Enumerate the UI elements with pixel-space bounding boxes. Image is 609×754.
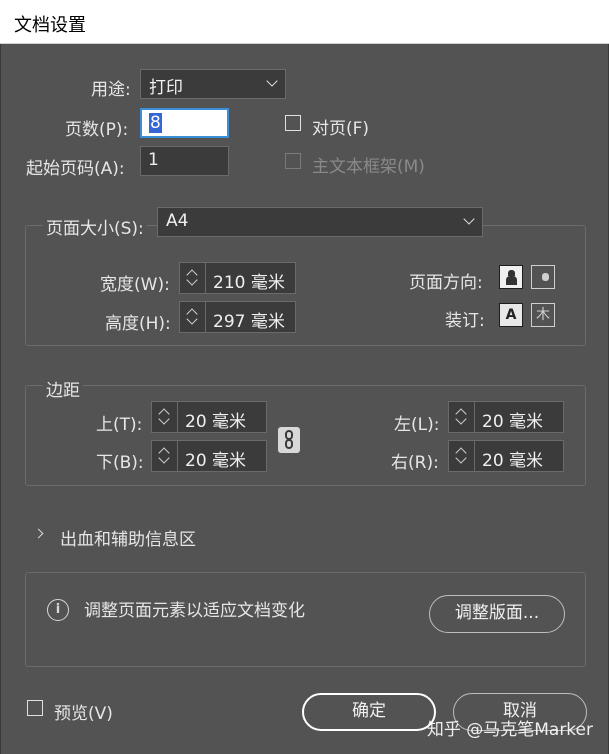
landscape-orientation-icon[interactable]	[531, 265, 555, 289]
top-margin-stepper[interactable]: 20 毫米	[151, 401, 267, 433]
chevron-down-icon	[266, 75, 278, 87]
binding-label: 装订:	[445, 311, 485, 331]
bottom-margin-stepper[interactable]: 20 毫米	[151, 440, 267, 472]
bleed-slug-label[interactable]: 出血和辅助信息区	[60, 525, 196, 550]
left-to-right-binding-icon[interactable]: A	[499, 303, 523, 327]
title-bar: 文档设置	[0, 0, 609, 44]
intent-label: 用途:	[91, 80, 131, 100]
height-value: 297 毫米	[213, 312, 285, 332]
pages-input[interactable]: 8	[140, 108, 229, 138]
adjust-layout-message: 调整页面元素以适应文档变化	[84, 601, 305, 621]
preview-label: 预览(V)	[54, 704, 113, 724]
left-margin-stepper[interactable]: 20 毫米	[448, 401, 564, 433]
stepper-arrows[interactable]	[152, 441, 178, 471]
width-label: 宽度(W):	[100, 275, 170, 295]
stepper-arrows[interactable]	[180, 263, 206, 293]
intent-value: 打印	[149, 78, 183, 98]
facing-pages-checkbox[interactable]	[285, 115, 301, 131]
right-margin-label: 右(R):	[391, 453, 439, 473]
right-margin-stepper[interactable]: 20 毫米	[448, 440, 564, 472]
bottom-margin-label: 下(B):	[96, 453, 144, 473]
width-value: 210 毫米	[213, 273, 285, 293]
stepper-arrows[interactable]	[180, 302, 206, 332]
primary-text-frame-label: 主文本框架(M)	[312, 157, 425, 177]
primary-text-frame-checkbox	[285, 153, 301, 169]
top-margin-label: 上(T):	[96, 415, 143, 435]
adjust-layout-button[interactable]: 调整版面...	[429, 595, 565, 633]
page-size-value: A4	[166, 211, 189, 231]
stepper-arrows[interactable]	[449, 441, 475, 471]
pages-value: 8	[149, 113, 162, 133]
facing-pages-label: 对页(F)	[312, 119, 370, 139]
width-stepper[interactable]: 210 毫米	[179, 262, 296, 294]
right-margin-value: 20 毫米	[482, 451, 544, 471]
stepper-arrows[interactable]	[449, 402, 475, 432]
stepper-arrows[interactable]	[152, 402, 178, 432]
start-page-value: 1	[148, 150, 159, 170]
page-size-label: 页面大小(S):	[43, 214, 147, 239]
height-stepper[interactable]: 297 毫米	[179, 301, 296, 333]
preview-checkbox[interactable]	[27, 700, 43, 716]
watermark: 知乎 @马克笔Marker	[426, 720, 593, 740]
chevron-down-icon	[463, 213, 475, 225]
start-page-label: 起始页码(A):	[26, 159, 125, 179]
link-margins-icon[interactable]	[278, 427, 300, 453]
bottom-margin-value: 20 毫米	[185, 451, 247, 471]
chevron-right-icon[interactable]	[33, 528, 44, 539]
intent-select[interactable]: 打印	[140, 69, 286, 99]
left-margin-label: 左(L):	[394, 415, 440, 435]
orientation-label: 页面方向:	[409, 273, 483, 293]
top-margin-value: 20 毫米	[185, 412, 247, 432]
info-icon: i	[47, 599, 69, 621]
right-to-left-binding-icon[interactable]: 木	[531, 303, 555, 327]
page-size-select[interactable]: A4	[157, 207, 483, 237]
height-label: 高度(H):	[105, 314, 171, 334]
window-title: 文档设置	[14, 15, 86, 36]
ok-button[interactable]: 确定	[302, 693, 436, 731]
document-setup-dialog: 用途: 打印 页数(P): 8 对页(F) 起始页码(A): 1 主文本框架(M…	[0, 44, 609, 754]
margins-legend: 边距	[43, 376, 83, 401]
left-margin-value: 20 毫米	[482, 412, 544, 432]
start-page-input[interactable]: 1	[140, 146, 229, 176]
pages-label: 页数(P):	[65, 120, 129, 140]
portrait-orientation-icon[interactable]	[499, 265, 523, 289]
